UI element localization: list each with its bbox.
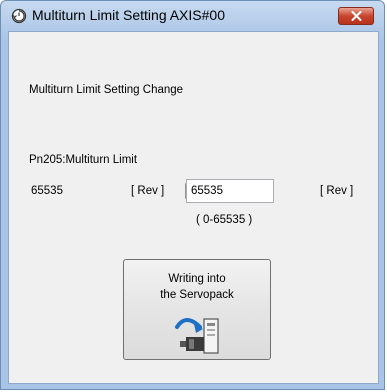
window-title: Multiturn Limit Setting AXIS#00 — [32, 7, 225, 23]
dialog-body: Multiturn Limit Setting Change Pn205:Mul… — [8, 31, 379, 384]
multiturn-icon — [11, 8, 27, 24]
new-unit-label: [ Rev ] — [320, 185, 354, 197]
dialog-window: Multiturn Limit Setting AXIS#00 Multitur… — [0, 0, 385, 390]
parameter-label: Pn205:Multiturn Limit — [29, 154, 138, 166]
write-button-label-line1: Writing into — [168, 273, 226, 285]
current-unit-label: [ Rev ] — [131, 185, 165, 197]
close-icon — [351, 11, 362, 21]
write-button-label-line2: the Servopack — [160, 289, 234, 301]
write-to-servopack-button[interactable]: Writing into the Servopack — [123, 259, 271, 360]
title-bar[interactable]: Multiturn Limit Setting AXIS#00 — [1, 1, 384, 31]
new-value-input[interactable] — [186, 179, 274, 203]
write-to-servopack-icon — [175, 318, 219, 354]
close-button[interactable] — [338, 7, 374, 25]
section-label: Multiturn Limit Setting Change — [29, 84, 184, 96]
range-label: ( 0-65535 ) — [196, 214, 253, 226]
current-value-field: 65535 — [29, 180, 109, 202]
